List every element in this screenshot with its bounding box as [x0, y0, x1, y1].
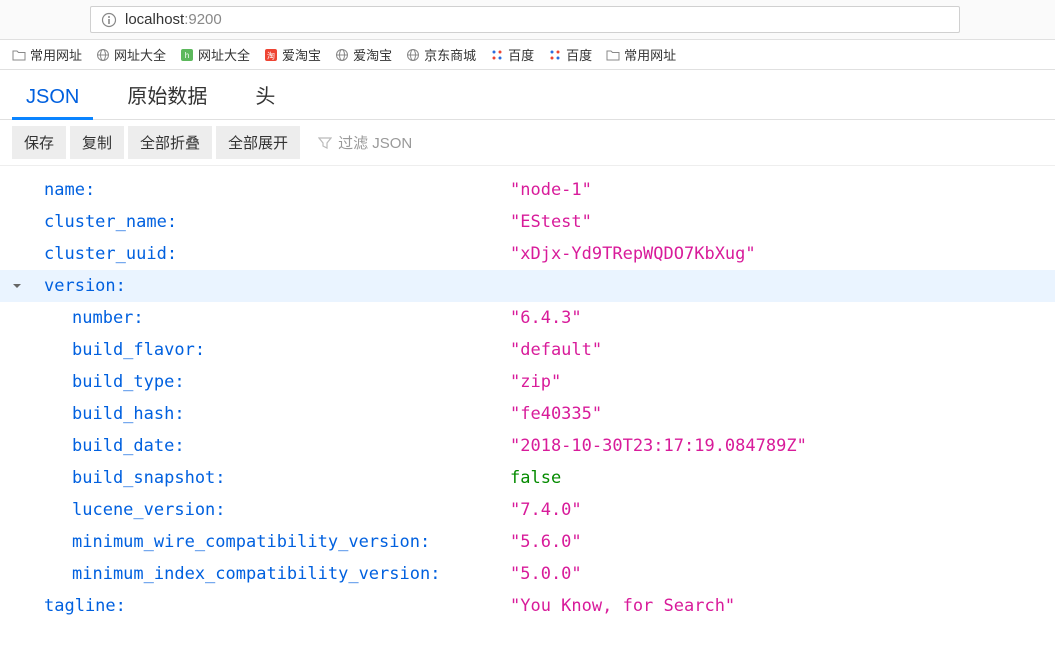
bookmark-item[interactable]: 百度 [548, 45, 592, 64]
filter-input[interactable]: 过滤 JSON [308, 128, 422, 157]
bookmarks-bar: 常用网址 网址大全 h 网址大全 淘 爱淘宝 爱淘宝 京东商城 百度 百度 常用… [0, 40, 1055, 70]
bookmark-label: 京东商城 [424, 45, 476, 64]
json-key: build_snapshot [72, 468, 215, 488]
json-row[interactable]: cluster_uuid: "xDjx-Yd9TRepWQDO7KbXug" [0, 238, 1055, 270]
json-value: "fe40335" [510, 404, 602, 424]
json-key: tagline [44, 596, 116, 616]
json-row[interactable]: minimum_index_compatibility_version: "5.… [0, 558, 1055, 590]
json-row[interactable]: tagline: "You Know, for Search" [0, 590, 1055, 622]
json-key: number [72, 308, 133, 328]
filter-icon [318, 136, 332, 150]
json-key: build_date [72, 436, 174, 456]
bookmark-label: 爱淘宝 [353, 45, 392, 64]
info-icon [101, 12, 117, 28]
json-value: "5.6.0" [510, 532, 582, 552]
filter-placeholder: 过滤 JSON [338, 132, 412, 153]
json-tree: name: "node-1" cluster_name: "EStest" cl… [0, 166, 1055, 630]
json-key: build_hash [72, 404, 174, 424]
json-row[interactable]: cluster_name: "EStest" [0, 206, 1055, 238]
json-key: minimum_wire_compatibility_version [72, 532, 420, 552]
tao-icon: 淘 [264, 48, 278, 62]
json-value: "5.0.0" [510, 564, 582, 584]
bookmark-item[interactable]: 常用网址 [12, 45, 82, 64]
json-value: "2018-10-30T23:17:19.084789Z" [510, 436, 807, 456]
json-row[interactable]: build_date: "2018-10-30T23:17:19.084789Z… [0, 430, 1055, 462]
json-key: cluster_uuid [44, 244, 167, 264]
folder-icon [12, 49, 26, 61]
bookmark-item[interactable]: 网址大全 [96, 45, 166, 64]
json-row[interactable]: number: "6.4.3" [0, 302, 1055, 334]
bookmark-label: 百度 [508, 45, 534, 64]
json-key: name [44, 180, 85, 200]
bookmark-label: 爱淘宝 [282, 45, 321, 64]
baidu-icon [490, 48, 504, 62]
json-row[interactable]: build_hash: "fe40335" [0, 398, 1055, 430]
copy-button[interactable]: 复制 [70, 126, 124, 159]
tab-json[interactable]: JSON [12, 76, 93, 119]
json-value: "You Know, for Search" [510, 596, 735, 616]
json-value: "7.4.0" [510, 500, 582, 520]
address-bar: localhost:9200 [0, 0, 1055, 40]
folder-icon [606, 49, 620, 61]
json-row[interactable]: lucene_version: "7.4.0" [0, 494, 1055, 526]
bookmark-item[interactable]: 京东商城 [406, 45, 476, 64]
svg-text:淘: 淘 [267, 50, 275, 60]
json-row[interactable]: build_snapshot: false [0, 462, 1055, 494]
hao-icon: h [180, 48, 194, 62]
json-row[interactable]: build_flavor: "default" [0, 334, 1055, 366]
json-value: "6.4.3" [510, 308, 582, 328]
bookmark-label: 网址大全 [114, 45, 166, 64]
json-row[interactable]: name: "node-1" [0, 174, 1055, 206]
json-key: build_flavor [72, 340, 195, 360]
json-value: false [510, 468, 561, 488]
svg-text:h: h [185, 51, 189, 60]
json-key: version [44, 276, 116, 296]
json-row-expanded[interactable]: version: [0, 270, 1055, 302]
bookmark-item[interactable]: 百度 [490, 45, 534, 64]
json-value: "EStest" [510, 212, 592, 232]
baidu-icon [548, 48, 562, 62]
bookmark-item[interactable]: 淘 爱淘宝 [264, 45, 321, 64]
url-input[interactable]: localhost:9200 [90, 6, 960, 33]
save-button[interactable]: 保存 [12, 126, 66, 159]
json-row[interactable]: minimum_wire_compatibility_version: "5.6… [0, 526, 1055, 558]
json-key: lucene_version [72, 500, 215, 520]
chevron-down-icon[interactable] [12, 281, 30, 291]
tab-raw[interactable]: 原始数据 [113, 70, 221, 119]
collapse-all-button[interactable]: 全部折叠 [128, 126, 212, 159]
globe-icon [335, 48, 349, 62]
expand-all-button[interactable]: 全部展开 [216, 126, 300, 159]
json-value: "zip" [510, 372, 561, 392]
json-key: build_type [72, 372, 174, 392]
bookmark-label: 常用网址 [624, 45, 676, 64]
globe-icon [96, 48, 110, 62]
globe-icon [406, 48, 420, 62]
json-value: "default" [510, 340, 602, 360]
bookmark-label: 网址大全 [198, 45, 250, 64]
json-value: "node-1" [510, 180, 592, 200]
json-row[interactable]: build_type: "zip" [0, 366, 1055, 398]
url-host: localhost [125, 11, 184, 28]
json-toolbar: 保存 复制 全部折叠 全部展开 过滤 JSON [0, 120, 1055, 166]
bookmark-label: 常用网址 [30, 45, 82, 64]
json-key: cluster_name [44, 212, 167, 232]
bookmark-label: 百度 [566, 45, 592, 64]
bookmark-item[interactable]: 爱淘宝 [335, 45, 392, 64]
url-port: :9200 [184, 11, 222, 28]
json-key: minimum_index_compatibility_version [72, 564, 430, 584]
bookmark-item[interactable]: h 网址大全 [180, 45, 250, 64]
bookmark-item[interactable]: 常用网址 [606, 45, 676, 64]
view-tabs: JSON 原始数据 头 [0, 70, 1055, 120]
json-value: "xDjx-Yd9TRepWQDO7KbXug" [510, 244, 756, 264]
tab-headers[interactable]: 头 [241, 70, 289, 119]
